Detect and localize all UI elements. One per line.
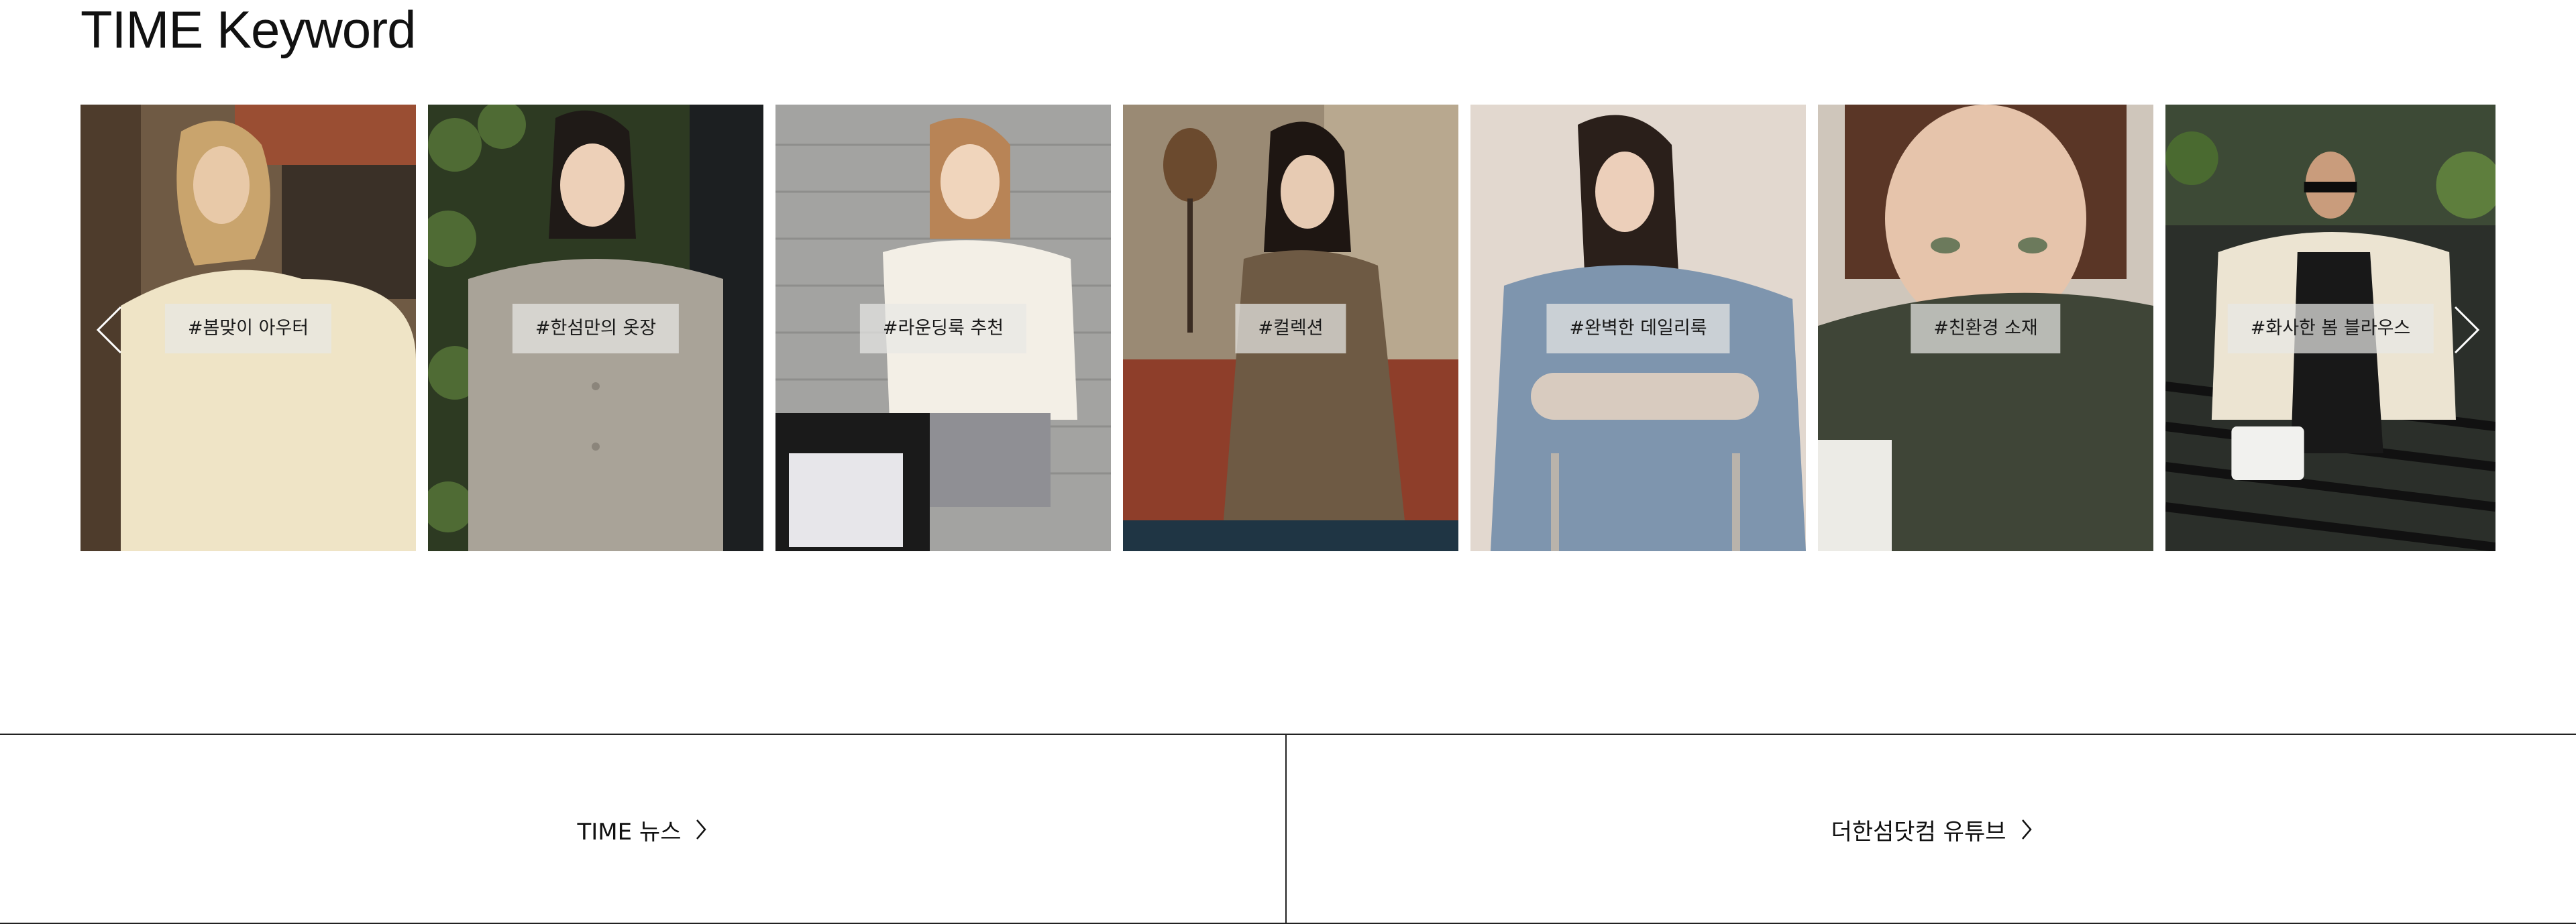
keyword-tag: #화사한 봄 블라우스	[2227, 304, 2434, 353]
carousel-next-button[interactable]	[2450, 303, 2482, 357]
youtube-link[interactable]: 더한섬닷컴 유튜브	[1288, 735, 2576, 924]
chevron-right-icon	[696, 819, 707, 840]
keyword-carousel: #봄맞이 아우터 #한섬만의 옷장 #라운딩룩 추천 #컬렉션 #완벽한 데일리…	[80, 105, 2496, 551]
keyword-tag: #컬렉션	[1235, 304, 1346, 353]
keyword-tag: #라운딩룩 추천	[859, 304, 1027, 353]
chevron-right-icon	[2021, 819, 2032, 840]
keyword-card-3[interactable]: #라운딩룩 추천	[775, 105, 1111, 551]
chevron-left-icon	[96, 306, 122, 354]
keyword-tag: #봄맞이 아우터	[164, 304, 332, 353]
keyword-card-2[interactable]: #한섬만의 옷장	[428, 105, 763, 551]
youtube-label: 더한섬닷컴 유튜브	[1831, 818, 2006, 846]
chevron-right-icon	[2454, 306, 2480, 354]
keyword-card-6[interactable]: #친환경 소재	[1818, 105, 2153, 551]
keyword-card-4[interactable]: #컬렉션	[1123, 105, 1458, 551]
section-title: TIME Keyword	[80, 0, 416, 59]
keyword-card-1[interactable]: #봄맞이 아우터	[80, 105, 416, 551]
keyword-tag: #친환경 소재	[1911, 304, 2061, 353]
keyword-card-7[interactable]: #화사한 봄 블라우스	[2165, 105, 2496, 551]
time-news-label: TIME 뉴스	[577, 818, 682, 846]
carousel-prev-button[interactable]	[94, 303, 126, 357]
keyword-tag: #완벽한 데일리룩	[1546, 304, 1730, 353]
time-news-link[interactable]: TIME 뉴스	[0, 735, 1287, 924]
keyword-tag: #한섬만의 옷장	[512, 304, 680, 353]
keyword-card-5[interactable]: #완벽한 데일리룩	[1470, 105, 1806, 551]
bottom-link-bar: TIME 뉴스 더한섬닷컴 유튜브	[0, 734, 2576, 924]
